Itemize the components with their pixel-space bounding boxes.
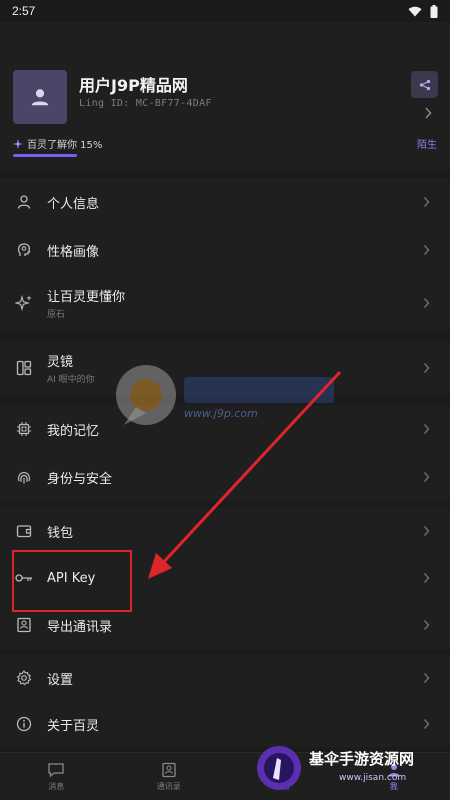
menu-sublabel: 原石 xyxy=(47,310,66,320)
info-icon xyxy=(15,715,33,733)
chevron-right-icon xyxy=(423,526,430,536)
menu-label: 设置 xyxy=(47,672,74,688)
nav-tab-messages[interactable]: 消息 xyxy=(0,753,113,800)
wallet-icon xyxy=(15,522,33,540)
menu-group-settings: 设置 关于百灵 xyxy=(0,655,450,747)
layout-icon xyxy=(15,359,33,377)
ling-id: Ling ID: MC-BF77-4DAF xyxy=(79,98,212,109)
chevron-right-icon xyxy=(423,620,430,630)
username: 用户J9P精品网 xyxy=(79,76,188,95)
understanding-progress-fill xyxy=(13,154,77,157)
chevron-right-icon xyxy=(423,472,430,482)
wifi-icon xyxy=(408,6,422,17)
menu-label: 灵镜 xyxy=(47,355,74,370)
avatar[interactable] xyxy=(13,70,67,124)
chevron-right-icon xyxy=(423,245,430,255)
watermark-badge: 基伞手游资源网 www.jisan.com xyxy=(255,740,450,800)
menu-label: 个人信息 xyxy=(47,196,100,212)
watermark-url: www.j9p.com xyxy=(184,407,258,420)
watermark-text: 基伞手游资源网 xyxy=(309,750,415,768)
system-icons xyxy=(408,4,438,18)
understanding-label: 百灵了解你 15% xyxy=(13,136,102,151)
status-time: 2:57 xyxy=(12,4,36,18)
menu-label: 让百灵更懂你 xyxy=(47,290,126,305)
menu-label: 身份与安全 xyxy=(47,471,113,487)
menu-item-wallet[interactable]: 钱包 xyxy=(0,507,450,555)
understanding-progress-bar xyxy=(13,154,437,157)
menu-item-identity-security[interactable]: 身份与安全 xyxy=(0,453,450,501)
person-icon xyxy=(15,193,33,211)
chevron-right-icon xyxy=(423,424,430,434)
gear-icon xyxy=(15,669,33,687)
chevron-right-icon xyxy=(423,298,430,308)
menu-item-personality[interactable]: 性格画像 xyxy=(0,226,450,274)
annotation-highlight-box xyxy=(12,550,132,612)
menu-sublabel: AI 眼中的你 xyxy=(47,375,95,385)
chevron-right-icon xyxy=(423,363,430,373)
chevron-right-icon xyxy=(423,197,430,207)
menu-label: 导出通讯录 xyxy=(47,619,113,635)
menu-group-profile: 个人信息 性格画像 让百灵更懂你 原石 xyxy=(0,178,450,332)
menu-item-know-me-better[interactable]: 让百灵更懂你 原石 xyxy=(0,274,450,332)
contacts-icon xyxy=(15,616,33,634)
menu-label: 钱包 xyxy=(47,525,74,541)
menu-item-settings[interactable]: 设置 xyxy=(0,655,450,701)
chevron-right-icon xyxy=(423,673,430,683)
menu-label: 我的记忆 xyxy=(47,423,100,439)
nav-label: 通讯录 xyxy=(156,781,181,791)
menu-item-personal-info[interactable]: 个人信息 xyxy=(0,178,450,226)
status-bar: 2:57 xyxy=(0,0,450,22)
head-icon xyxy=(15,241,33,259)
share-button[interactable] xyxy=(411,71,438,98)
menu-label: 关于百灵 xyxy=(47,718,100,734)
battery-icon xyxy=(430,4,438,18)
nav-label: 消息 xyxy=(48,781,65,791)
chevron-right-icon xyxy=(423,719,430,729)
share-icon xyxy=(419,79,430,90)
chat-icon xyxy=(48,762,64,777)
watermark-logo: www.j9p.com xyxy=(112,355,352,445)
understanding-text: 百灵了解你 15% xyxy=(27,140,103,151)
fingerprint-icon xyxy=(15,468,33,486)
chevron-right-icon xyxy=(423,573,430,583)
chip-icon xyxy=(15,420,33,438)
profile-header[interactable]: 用户J9P精品网 Ling ID: MC-BF77-4DAF 百灵了解你 15%… xyxy=(0,22,450,172)
user-icon xyxy=(31,89,49,106)
sparkle-icon xyxy=(13,138,23,149)
nav-tab-contacts[interactable]: 通讯录 xyxy=(113,753,226,800)
watermark-bottom-url: www.jisan.com xyxy=(339,773,407,783)
menu-label: 性格画像 xyxy=(47,244,100,260)
sparkles-icon xyxy=(15,294,33,312)
relation-badge: 陌生 xyxy=(417,140,437,151)
contacts-icon xyxy=(162,762,176,777)
chevron-right-icon[interactable] xyxy=(424,107,432,119)
